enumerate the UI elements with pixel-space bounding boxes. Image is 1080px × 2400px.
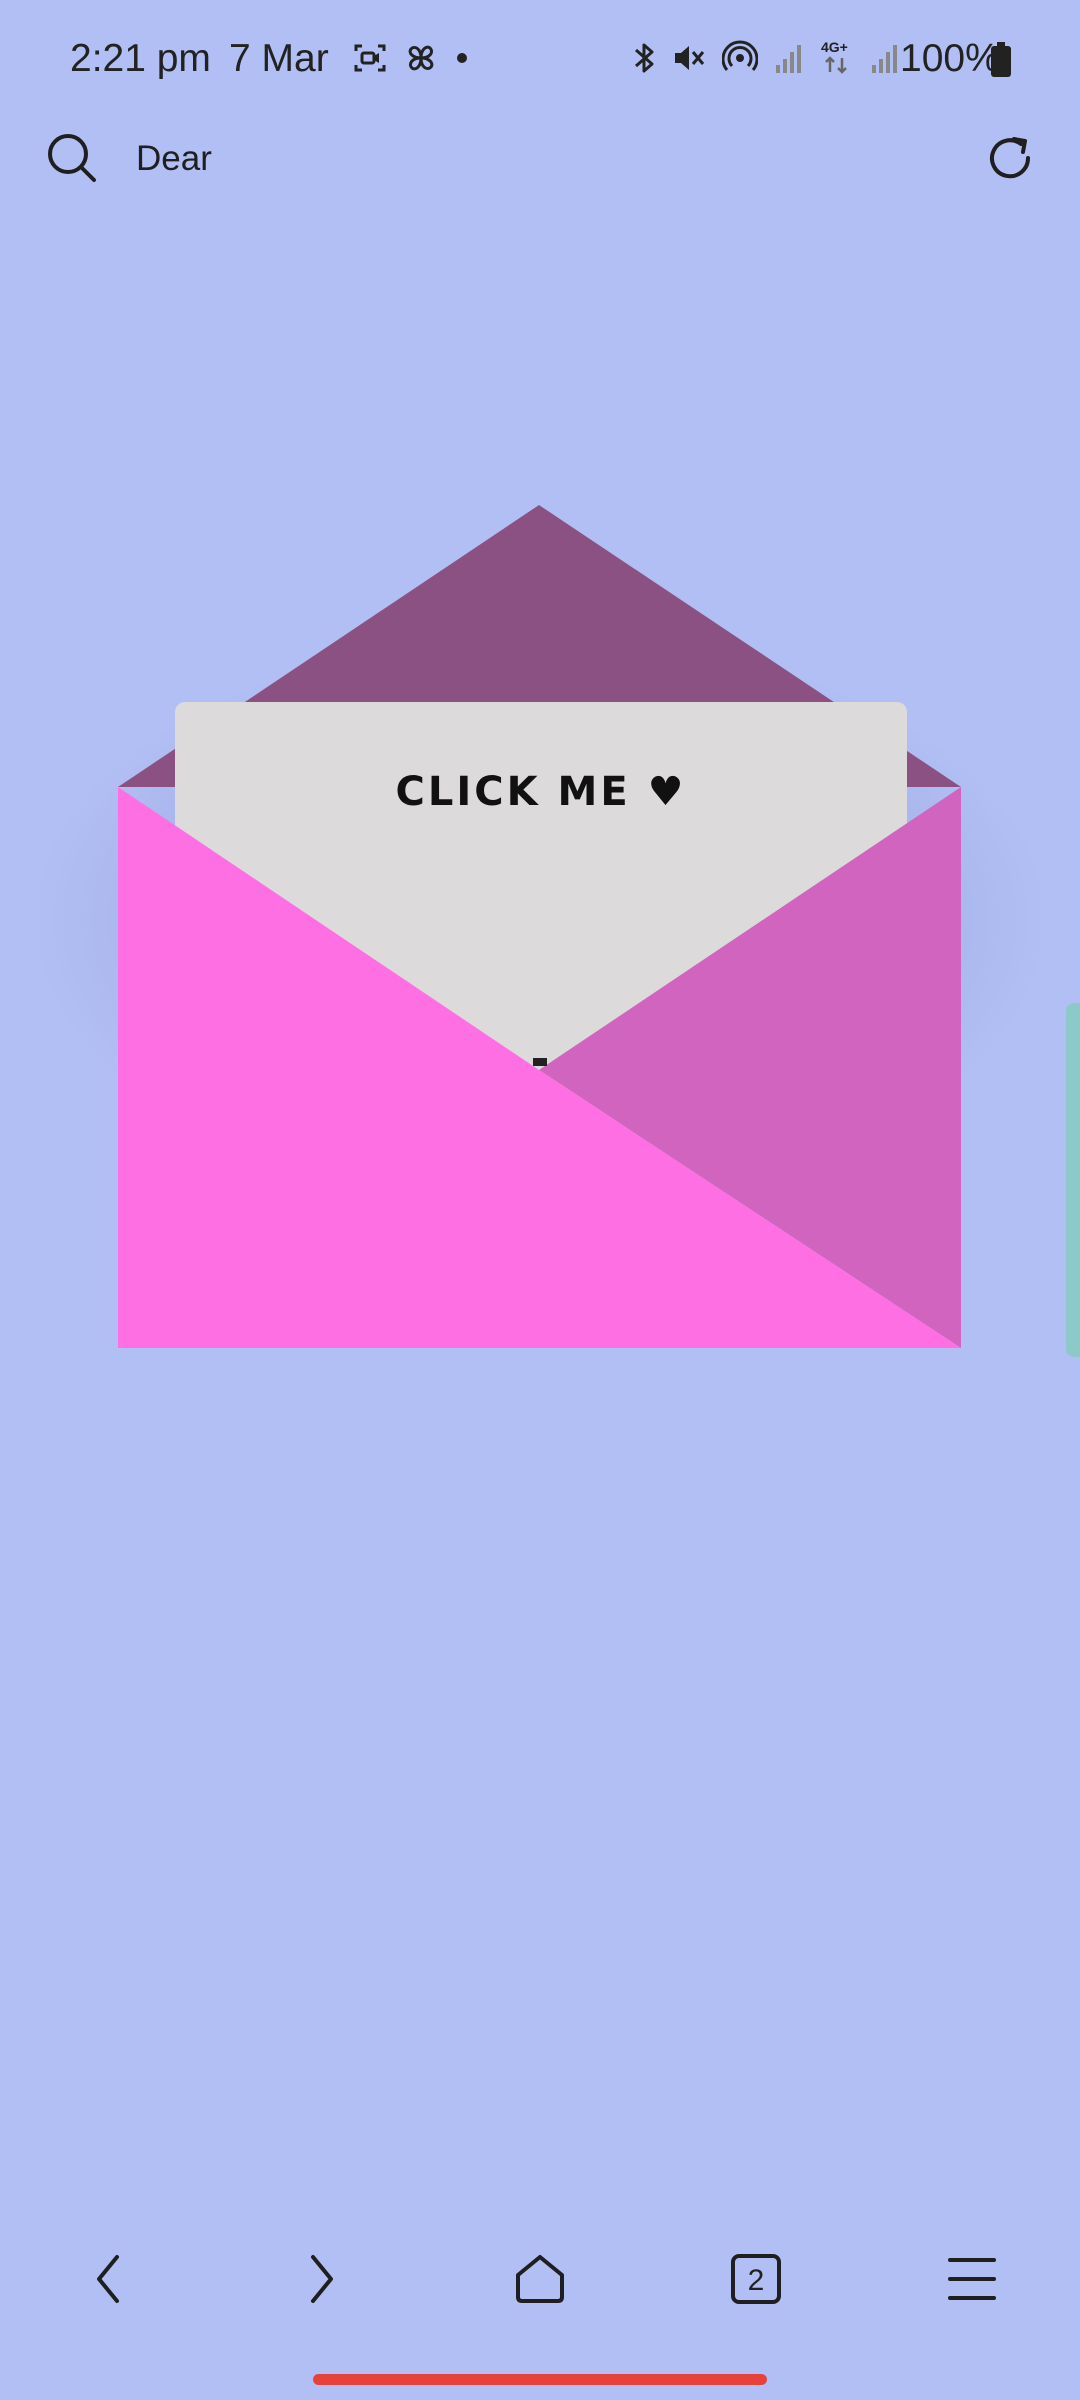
envelope-front [118,787,961,1348]
status-left-icons [352,40,470,80]
letter-card[interactable]: CLICK ME ♥ [175,702,907,1122]
edge-panel-handle[interactable] [1066,1003,1080,1357]
reload-icon [983,131,1037,190]
menu-button[interactable] [917,2226,1027,2336]
menu-icon [944,2254,1000,2309]
battery-percentage: 100% [900,37,1000,80]
envelope-back [118,505,961,787]
bluetooth-icon [632,40,656,81]
screen-record-icon [352,41,388,80]
mute-vibrate-icon [672,40,706,81]
letter-label[interactable]: CLICK ME ♥ [175,762,907,822]
home-button[interactable] [485,2226,595,2336]
svg-text:4G+: 4G+ [821,39,848,55]
page-title[interactable]: Dear [136,134,212,184]
status-date: 7 Mar [229,37,329,80]
forward-icon [303,2249,343,2314]
bottom-nav: 2 [0,2222,1080,2362]
signal-icon [870,41,900,80]
home-indicator[interactable] [313,2374,767,2385]
status-bar: 2:21 pm 7 Mar 4G+ 100% [0,0,1080,118]
search-button[interactable] [40,128,104,192]
notification-dot-icon [454,50,470,71]
network-4g-icon: 4G+ [820,38,854,83]
search-icon [45,131,99,190]
pinwheel-icon [402,39,440,82]
status-time: 2:21 pm [70,37,211,80]
browser-toolbar: Dear [0,118,1080,278]
envelope: CLICK ME ♥ [0,0,1080,2400]
battery-icon [990,42,1012,83]
tabs-button[interactable]: 2 [701,2226,811,2336]
status-right-icons: 4G+ [632,38,900,82]
tabs-count: 2 [747,2264,765,2297]
hotspot-icon [721,40,759,81]
signal-icon [774,41,804,80]
reload-button[interactable] [978,128,1042,192]
forward-button[interactable] [268,2226,378,2336]
home-icon [512,2251,568,2312]
back-icon [87,2249,127,2314]
back-button[interactable] [52,2226,162,2336]
